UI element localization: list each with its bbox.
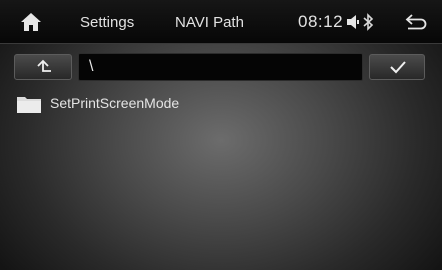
list-item[interactable]: SetPrintScreenMode — [16, 92, 236, 116]
path-field[interactable]: \ — [78, 53, 363, 81]
list-item-label: SetPrintScreenMode — [50, 95, 180, 111]
back-button[interactable] — [400, 10, 430, 34]
back-arrow-icon — [405, 14, 427, 30]
home-icon — [21, 13, 41, 31]
page-title: NAVI Path — [175, 14, 244, 31]
home-button[interactable] — [16, 10, 46, 34]
checkmark-icon — [390, 61, 406, 74]
clock: 08:12 — [298, 12, 344, 31]
top-status-bar: Settings NAVI Path 08:12 — [0, 0, 442, 44]
settings-tab[interactable]: Settings — [80, 14, 134, 32]
navi-path-screen: Settings NAVI Path 08:12 \ SetPrintScree… — [0, 0, 442, 270]
folder-icon — [17, 97, 41, 113]
bluetooth-icon — [363, 13, 374, 31]
confirm-button[interactable] — [369, 54, 425, 80]
folder-up-button[interactable] — [14, 54, 72, 80]
folder-up-icon — [37, 59, 51, 72]
volume-icon — [347, 15, 359, 29]
